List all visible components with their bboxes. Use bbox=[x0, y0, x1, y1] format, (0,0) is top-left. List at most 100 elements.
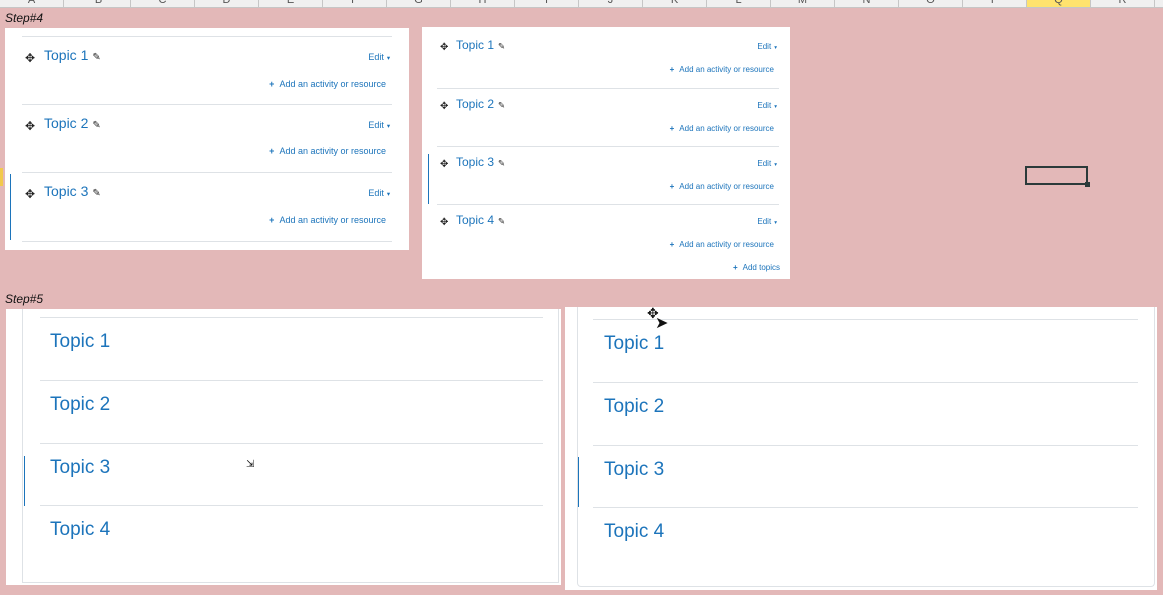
move-icon[interactable]: ✥ bbox=[440, 101, 448, 113]
edit-label[interactable]: Edit bbox=[368, 188, 384, 198]
edit-menu[interactable]: Edit ▾ bbox=[757, 159, 777, 168]
edit-label[interactable]: Edit bbox=[368, 120, 384, 130]
topic-title[interactable]: Topic 2 bbox=[50, 394, 110, 416]
pencil-icon[interactable]: ✎ bbox=[498, 216, 505, 226]
add-activity-label[interactable]: Add an activity or resource bbox=[679, 124, 774, 133]
edit-label[interactable]: Edit bbox=[368, 52, 384, 62]
add-topics-link[interactable]: + Add topics bbox=[733, 263, 780, 272]
pencil-icon[interactable]: ✎ bbox=[92, 188, 100, 199]
edit-menu[interactable]: Edit ▾ bbox=[368, 120, 390, 130]
column-header-o[interactable]: O bbox=[899, 0, 963, 7]
pencil-icon[interactable]: ✎ bbox=[92, 52, 100, 63]
step4-right-panel: ✥ Topic 1 ✎ Edit ▾ + Add an activity or res… bbox=[422, 27, 790, 279]
topic-title[interactable]: Topic 2 bbox=[456, 97, 494, 111]
topic-title[interactable]: Topic 1 bbox=[44, 47, 88, 63]
edit-label[interactable]: Edit bbox=[757, 159, 771, 168]
column-header-p[interactable]: P bbox=[963, 0, 1027, 7]
add-activity-label[interactable]: Add an activity or resource bbox=[679, 65, 774, 74]
pencil-icon[interactable]: ✎ bbox=[498, 41, 505, 51]
caret-down-icon: ▾ bbox=[774, 162, 777, 168]
move-icon[interactable]: ✥ bbox=[25, 52, 35, 64]
column-header-a[interactable]: A bbox=[0, 0, 64, 7]
active-section-indicator bbox=[24, 456, 25, 506]
add-activity-link[interactable]: + Add an activity or resource bbox=[670, 240, 774, 249]
column-header-h[interactable]: H bbox=[451, 0, 515, 7]
row-marker bbox=[0, 168, 3, 186]
move-icon[interactable]: ✥ bbox=[440, 159, 448, 171]
move-icon[interactable]: ✥ bbox=[25, 120, 35, 132]
column-header-g[interactable]: G bbox=[387, 0, 451, 7]
topic-title[interactable]: Topic 1 bbox=[456, 38, 494, 52]
topic-title[interactable]: Topic 3 bbox=[50, 457, 110, 479]
add-topics-label[interactable]: Add topics bbox=[743, 263, 780, 272]
fill-handle[interactable] bbox=[1085, 182, 1090, 187]
plus-icon: + bbox=[669, 124, 675, 133]
topic-title[interactable]: Topic 3 bbox=[44, 183, 88, 199]
topic-title-link[interactable]: Topic 1 ✎ bbox=[44, 47, 101, 63]
pencil-icon[interactable]: ✎ bbox=[498, 100, 505, 110]
add-activity-label[interactable]: Add an activity or resource bbox=[279, 146, 386, 156]
topic-row: Topic 1 bbox=[40, 317, 543, 381]
column-header-n[interactable]: N bbox=[835, 0, 899, 7]
column-header-l[interactable]: L bbox=[707, 0, 771, 7]
column-header-m[interactable]: M bbox=[771, 0, 835, 7]
edit-menu[interactable]: Edit ▾ bbox=[368, 52, 390, 62]
add-activity-link[interactable]: + Add an activity or resource bbox=[269, 79, 386, 89]
edit-menu[interactable]: Edit ▾ bbox=[757, 217, 777, 226]
move-icon[interactable]: ✥ bbox=[440, 217, 448, 229]
pencil-icon[interactable]: ✎ bbox=[498, 158, 505, 168]
add-activity-link[interactable]: + Add an activity or resource bbox=[269, 146, 386, 156]
add-activity-label[interactable]: Add an activity or resource bbox=[279, 215, 386, 225]
topic-title[interactable]: Topic 4 bbox=[456, 213, 494, 227]
topic-title[interactable]: Topic 3 bbox=[456, 155, 494, 169]
topic-title-link[interactable]: Topic 1 ✎ bbox=[456, 38, 505, 52]
topic-title-link[interactable]: Topic 3 ✎ bbox=[44, 183, 101, 199]
topic-title-link[interactable]: Topic 2 ✎ bbox=[456, 97, 505, 111]
add-activity-label[interactable]: Add an activity or resource bbox=[679, 182, 774, 191]
edit-label[interactable]: Edit bbox=[757, 42, 771, 51]
selected-cell[interactable] bbox=[1025, 166, 1090, 187]
add-activity-link[interactable]: + Add an activity or resource bbox=[670, 182, 774, 191]
topic-title-link[interactable]: Topic 3 ✎ bbox=[456, 155, 505, 169]
column-header-j[interactable]: J bbox=[579, 0, 643, 7]
column-header-d[interactable]: D bbox=[195, 0, 259, 7]
caret-down-icon: ▾ bbox=[386, 123, 390, 130]
topic-title[interactable]: Topic 4 bbox=[50, 519, 110, 541]
edit-label[interactable]: Edit bbox=[757, 101, 771, 110]
column-header-r[interactable]: R bbox=[1091, 0, 1155, 7]
column-header-e[interactable]: E bbox=[259, 0, 323, 7]
column-header-b[interactable]: B bbox=[67, 0, 131, 7]
topic-row: ✥ Topic 3 ✎ Edit ▾ + Add an activity or res… bbox=[437, 146, 779, 205]
move-icon[interactable]: ✥ bbox=[440, 42, 448, 54]
column-header-i[interactable]: I bbox=[515, 0, 579, 7]
add-activity-link[interactable]: + Add an activity or resource bbox=[269, 215, 386, 225]
plus-icon: + bbox=[732, 263, 738, 272]
topic-title-link[interactable]: Topic 4 ✎ bbox=[456, 213, 505, 227]
add-activity-label[interactable]: Add an activity or resource bbox=[279, 79, 386, 89]
column-header-k[interactable]: K bbox=[643, 0, 707, 7]
topic-title[interactable]: Topic 4 bbox=[604, 521, 664, 543]
edit-menu[interactable]: Edit ▾ bbox=[368, 188, 390, 198]
topic-title[interactable]: Topic 2 bbox=[604, 396, 664, 418]
add-activity-link[interactable]: + Add an activity or resource bbox=[670, 124, 774, 133]
topic-title[interactable]: Topic 2 bbox=[44, 115, 88, 131]
topic-title[interactable]: Topic 1 bbox=[604, 333, 664, 355]
column-header-f[interactable]: F bbox=[323, 0, 387, 7]
edit-menu[interactable]: Edit ▾ bbox=[757, 42, 777, 51]
caret-down-icon: ▾ bbox=[774, 45, 777, 51]
add-activity-link[interactable]: + Add an activity or resource bbox=[670, 65, 774, 74]
step5-label: Step#5 bbox=[5, 292, 44, 306]
pointer-cursor-icon: ⇲ bbox=[246, 459, 255, 470]
edit-label[interactable]: Edit bbox=[757, 217, 771, 226]
column-header-c[interactable]: C bbox=[131, 0, 195, 7]
move-icon[interactable]: ✥ bbox=[25, 188, 35, 200]
topic-title[interactable]: Topic 3 bbox=[604, 459, 664, 481]
column-header-q[interactable]: Q bbox=[1027, 0, 1091, 7]
topic-title[interactable]: Topic 1 bbox=[50, 331, 110, 353]
add-activity-label[interactable]: Add an activity or resource bbox=[679, 240, 774, 249]
topic-title-link[interactable]: Topic 2 ✎ bbox=[44, 115, 101, 131]
active-section-indicator bbox=[10, 174, 11, 240]
pencil-icon[interactable]: ✎ bbox=[92, 120, 100, 131]
topic-row: ✥ Topic 2 ✎ Edit ▾ + Add an activity or res… bbox=[22, 104, 392, 173]
edit-menu[interactable]: Edit ▾ bbox=[757, 101, 777, 110]
